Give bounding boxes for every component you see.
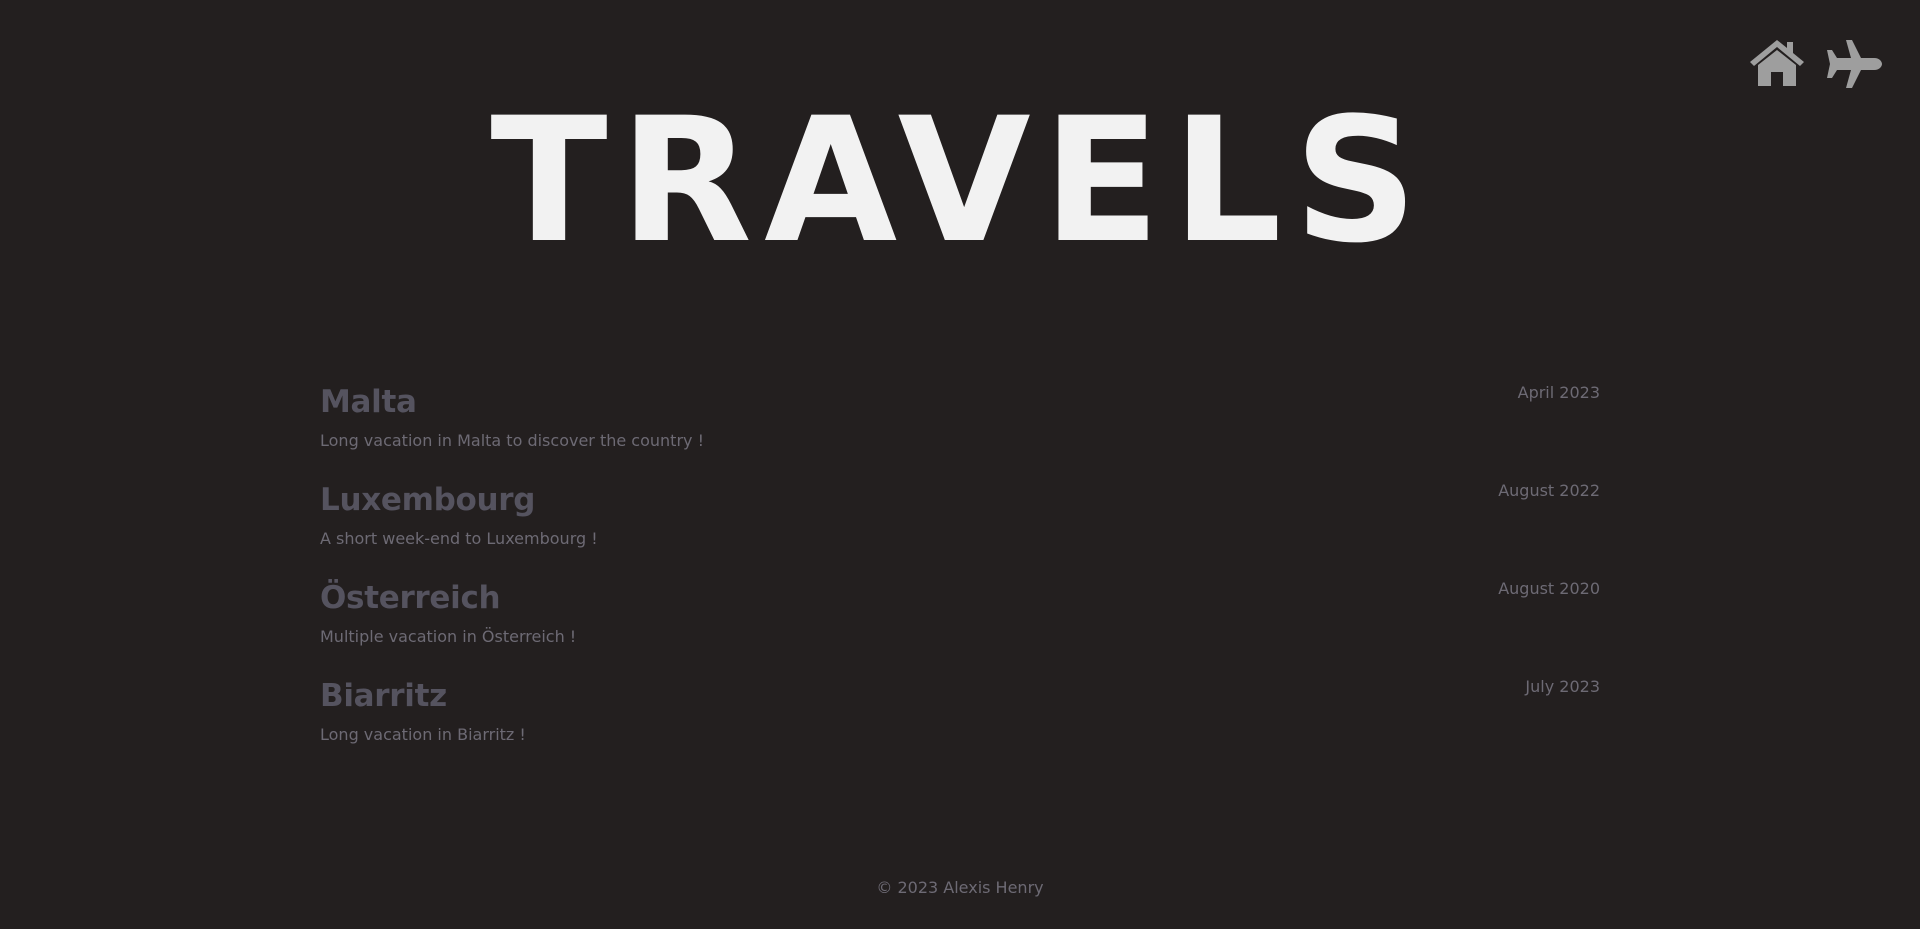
trip-date: August 2022	[1498, 481, 1600, 500]
trip-item-osterreich[interactable]: Österreich Multiple vacation in Österrei…	[320, 576, 1600, 674]
trip-description: A short week-end to Luxembourg !	[320, 529, 598, 548]
trip-date: August 2020	[1498, 579, 1600, 598]
home-link[interactable]	[1748, 38, 1806, 90]
trip-description: Multiple vacation in Österreich !	[320, 627, 577, 646]
home-icon	[1750, 40, 1804, 86]
trip-item-malta[interactable]: Malta Long vacation in Malta to discover…	[320, 380, 1600, 478]
page-title: TRAVELS	[490, 80, 1430, 281]
trip-date: July 2023	[1525, 677, 1600, 696]
page: TRAVELS Malta Long vacation in Malta to …	[0, 0, 1920, 929]
trip-item-luxembourg[interactable]: Luxembourg A short week-end to Luxembour…	[320, 478, 1600, 576]
top-nav	[1748, 38, 1882, 90]
footer-copyright: © 2023 Alexis Henry	[876, 878, 1044, 897]
trip-date: April 2023	[1517, 383, 1600, 402]
travels-link[interactable]	[1824, 38, 1882, 90]
trip-name: Biarritz	[320, 678, 447, 714]
trip-name: Österreich	[320, 580, 501, 616]
trip-item-biarritz[interactable]: Biarritz Long vacation in Biarritz ! Jul…	[320, 674, 1600, 772]
trip-name: Luxembourg	[320, 482, 536, 518]
trip-description: Long vacation in Biarritz !	[320, 725, 526, 744]
trip-name: Malta	[320, 384, 417, 420]
trip-list: Malta Long vacation in Malta to discover…	[320, 380, 1600, 772]
airplane-icon	[1827, 40, 1882, 88]
trip-description: Long vacation in Malta to discover the c…	[320, 431, 704, 450]
